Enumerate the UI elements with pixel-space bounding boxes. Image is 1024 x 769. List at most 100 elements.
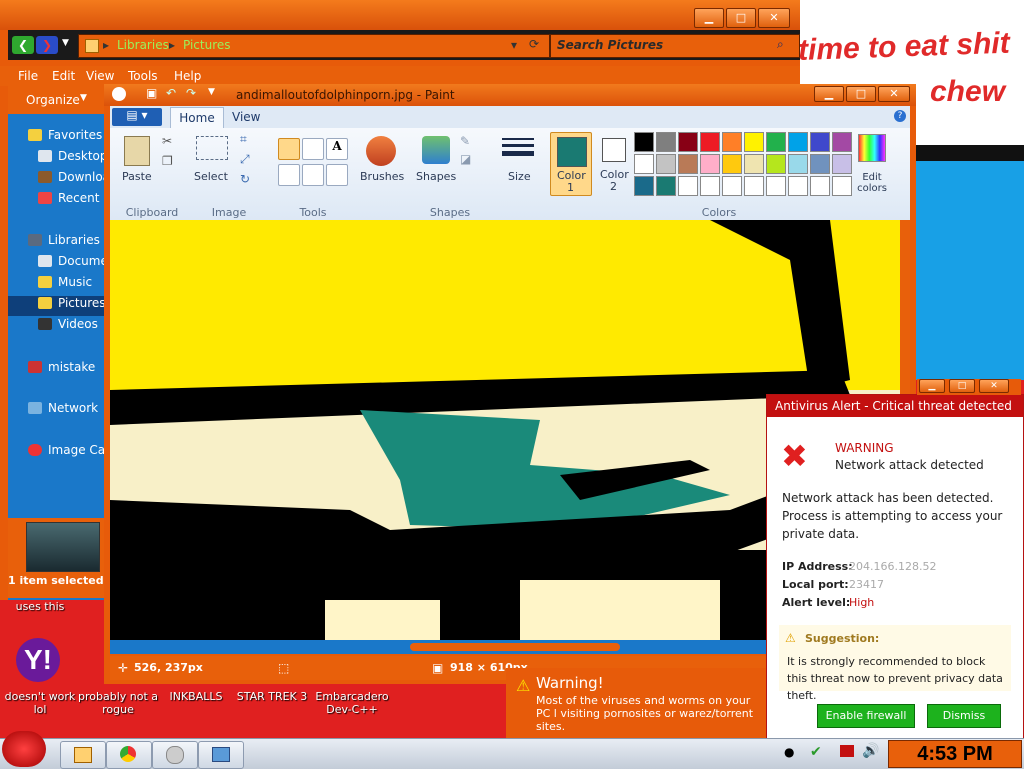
palette-swatch[interactable] [634,132,654,152]
cut-icon[interactable]: ✂ [162,134,172,148]
tab-home[interactable]: Home [170,107,224,129]
dismiss-button[interactable]: Dismiss [927,704,1001,728]
maximize-button[interactable]: □ [726,8,756,28]
paste-label[interactable]: Paste [122,170,152,183]
edit-colors-label[interactable]: Edit colors [854,172,890,194]
enable-firewall-button[interactable]: Enable firewall [817,704,915,728]
color2-button[interactable]: Color 2 [596,132,636,194]
start-button[interactable] [2,731,46,767]
palette-swatch[interactable] [656,176,676,196]
palette-swatch[interactable] [744,132,764,152]
palette-swatch[interactable] [832,154,852,174]
palette-swatch[interactable] [700,132,720,152]
desktop-icon-label-2[interactable]: probably not a rogue [78,690,158,716]
palette-swatch[interactable] [634,154,654,174]
explorer-titlebar[interactable]: ▁ □ ✕ [0,0,800,30]
palette-swatch[interactable] [634,176,654,196]
tray-shield-icon[interactable]: ✔ [810,744,822,760]
av-minimize-button[interactable]: ▁ [919,379,945,393]
palette-swatch[interactable] [744,154,764,174]
breadcrumb-libraries[interactable]: Libraries [117,38,169,52]
palette-swatch[interactable] [678,176,698,196]
back-icon[interactable]: ❮ [12,36,34,54]
quick-access-dropdown-icon[interactable]: ▼ [208,87,215,97]
menu-help[interactable]: Help [174,69,201,83]
palette-swatch[interactable] [788,132,808,152]
outline-icon[interactable]: ✎ [460,134,470,148]
menu-view[interactable]: View [86,69,114,83]
palette-swatch[interactable] [766,132,786,152]
palette-swatch[interactable] [832,132,852,152]
menu-edit[interactable]: Edit [52,69,75,83]
av-close-button[interactable]: ✕ [979,379,1009,393]
select-icon[interactable] [196,136,228,160]
close-button[interactable]: ✕ [758,8,790,28]
desktop-icon-label-3[interactable]: INKBALLS [156,690,236,703]
fill-icon[interactable] [302,138,324,160]
text-icon[interactable]: A [326,138,348,160]
organize-button[interactable]: Organize ▼ [8,86,108,114]
taskbar-explorer-button[interactable] [60,741,106,769]
palette-swatch[interactable] [788,176,808,196]
palette-swatch[interactable] [744,176,764,196]
breadcrumb-pictures[interactable]: Pictures [183,38,231,52]
tray-alert-icon[interactable] [840,745,854,757]
magnifier-icon[interactable] [326,164,348,186]
edit-colors-icon[interactable] [858,134,886,162]
menu-tools[interactable]: Tools [128,69,158,83]
color1-button[interactable]: Color 1 [550,132,592,196]
search-icon[interactable]: ⌕ [777,37,784,52]
brushes-label[interactable]: Brushes [360,170,404,183]
palette-swatch[interactable] [766,176,786,196]
eraser-icon[interactable] [278,164,300,186]
color-picker-icon[interactable] [302,164,324,186]
palette-swatch[interactable] [722,154,742,174]
pencil-icon[interactable] [278,138,300,160]
paint-close-button[interactable]: ✕ [878,86,910,102]
clock[interactable]: 4:53 PM [888,740,1022,768]
palette-swatch[interactable] [700,154,720,174]
select-label[interactable]: Select [194,170,228,183]
palette-swatch[interactable] [656,132,676,152]
shape-fill-icon[interactable]: ◪ [460,152,471,166]
paint-maximize-button[interactable]: □ [846,86,876,102]
help-icon[interactable]: ? [894,110,906,122]
palette-swatch[interactable] [810,176,830,196]
paint-minimize-button[interactable]: ▁ [814,86,844,102]
minimize-button[interactable]: ▁ [694,8,724,28]
palette-swatch[interactable] [678,132,698,152]
save-icon[interactable]: ▣ [146,86,157,100]
palette-swatch[interactable] [722,132,742,152]
resize-icon[interactable]: ⤢ [240,152,250,167]
palette-swatch[interactable] [810,132,830,152]
desktop-icon-label-5[interactable]: Embarcadero Dev-C++ [312,690,392,716]
refresh-icon[interactable]: ⟳ [529,37,539,51]
desktop-icon-label-4[interactable]: STAR TREK 3 [232,690,312,703]
size-icon[interactable] [502,138,534,140]
history-dropdown-icon[interactable]: ▼ [62,38,69,48]
paint-titlebar[interactable]: ▣ ↶ ↷ ▼ andimalloutofdolphinporn.jpg - P… [104,84,916,106]
scroll-thumb[interactable] [410,643,620,651]
yahoo-icon[interactable]: Y! [16,638,60,682]
av-titlebar[interactable]: Antivirus Alert - Critical threat detect… [767,395,1023,417]
palette-swatch[interactable] [766,154,786,174]
shapes-label[interactable]: Shapes [416,170,456,183]
palette-swatch[interactable] [722,176,742,196]
forward-icon[interactable]: ❯ [36,36,58,54]
crop-icon[interactable]: ⌗ [240,132,247,147]
shapes-icon[interactable] [422,136,450,164]
paint-menu-button[interactable]: ▤ ▾ [112,108,162,126]
rotate-icon[interactable]: ↻ [240,172,250,186]
size-label[interactable]: Size [508,170,531,183]
desktop-icon-label-1[interactable]: doesn't work lol [0,690,80,716]
palette-swatch[interactable] [678,154,698,174]
av-maximize-button[interactable]: □ [949,379,975,393]
taskbar-window-button[interactable] [198,741,244,769]
paste-icon[interactable] [124,136,150,166]
undo-icon[interactable]: ↶ [166,86,176,100]
palette-swatch[interactable] [832,176,852,196]
palette-swatch[interactable] [810,154,830,174]
palette-swatch[interactable] [656,154,676,174]
breadcrumb[interactable]: ▸ Libraries ▸ Pictures ▾ ⟳ [78,34,550,58]
nav-pictures[interactable]: Pictures [8,296,108,316]
